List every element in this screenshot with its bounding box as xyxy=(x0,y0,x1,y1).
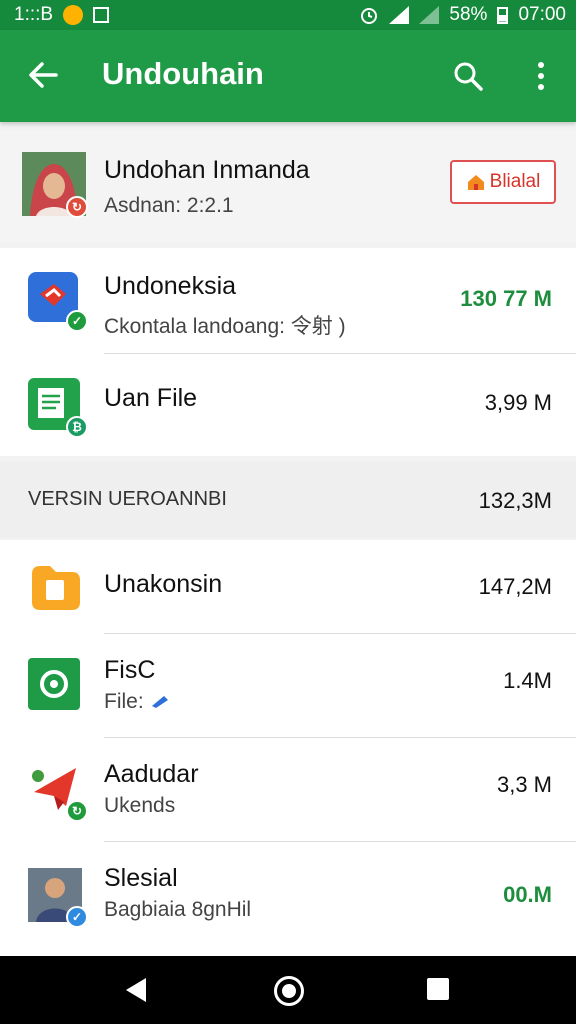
orange-folder-app-icon xyxy=(32,566,80,610)
badge-icon: ✓ xyxy=(66,906,88,928)
item-name: Aadudar xyxy=(104,760,199,788)
status-bar: 1:::B 58% 07:00 xyxy=(0,0,576,30)
app-bar: Undouhain xyxy=(0,30,576,122)
wifi-signal-icon xyxy=(419,6,440,24)
list-item[interactable]: ✓ Undoneksia Ckontala landoang: 令射 ) 130… xyxy=(0,248,576,354)
app-icon: ↻ xyxy=(28,762,88,822)
list-item[interactable]: Unakonsin 147,2M xyxy=(0,540,576,634)
item-name: Undoneksia xyxy=(104,272,237,300)
status-time-left: 1:::B xyxy=(14,4,54,25)
list-item[interactable]: ✓ Slesial Bagbiaia 8gnHil 00.M xyxy=(0,842,576,956)
back-arrow-icon[interactable] xyxy=(26,58,60,92)
profile-avatar: ↻ xyxy=(22,152,88,218)
item-size: 130 77 M xyxy=(460,286,552,311)
home-icon xyxy=(467,175,484,190)
navigation-bar xyxy=(0,956,576,1024)
green-gear-app-icon xyxy=(28,658,80,710)
list-item[interactable]: FisC File: 1.4M xyxy=(0,634,576,738)
search-icon[interactable] xyxy=(452,60,484,92)
status-clock: 07:00 xyxy=(518,4,566,25)
header-action-label: Blialal xyxy=(489,171,541,192)
item-size: 3,99 M xyxy=(484,390,552,415)
battery-icon xyxy=(497,6,509,24)
check-badge-icon: ✓ xyxy=(66,310,88,332)
more-options-icon[interactable] xyxy=(530,60,552,92)
pencil-icon xyxy=(151,696,168,708)
badge-icon: ₿ xyxy=(66,416,88,438)
header-subtitle: Asdnan: 2:2.1 xyxy=(104,194,234,217)
section-header: VERSIN UEROANNBI 132,3M xyxy=(0,462,576,538)
alarm-icon xyxy=(361,8,378,24)
nav-recents-icon[interactable] xyxy=(427,978,449,1000)
list-item[interactable]: ↻ Aadudar Ukends 3,3 M xyxy=(0,738,576,842)
nav-back-icon[interactable] xyxy=(126,978,146,1002)
item-name: Unakonsin xyxy=(104,570,223,598)
item-name: Uan File xyxy=(104,384,198,412)
badge-icon: ↻ xyxy=(66,800,88,822)
item-name: FisC xyxy=(104,656,156,684)
list-item[interactable]: ₿ Uan File 3,99 M xyxy=(0,354,576,456)
badge-icon: ↻ xyxy=(66,196,88,218)
item-subtitle: Ckontala landoang: 令射 ) xyxy=(104,315,346,338)
item-size: 1.4M xyxy=(503,668,552,693)
notification-dot-icon xyxy=(63,5,84,25)
section-total: 132,3M xyxy=(478,488,552,513)
item-size: 147,2M xyxy=(478,574,552,599)
header-name: Undohan Inmanda xyxy=(104,156,310,184)
item-subtitle: Ukends xyxy=(104,794,176,817)
header-action-button[interactable]: Blialal xyxy=(450,160,556,204)
page-title: Undouhain xyxy=(102,56,264,91)
app-icon: ✓ xyxy=(28,272,88,332)
app-icon: ₿ xyxy=(28,378,88,438)
item-size: 00.M xyxy=(503,882,552,907)
item-size: 3,3 M xyxy=(496,772,552,797)
battery-percent: 58% xyxy=(449,4,488,25)
cell-signal-icon xyxy=(389,6,410,24)
nav-home-icon[interactable] xyxy=(274,976,304,1006)
app-icon: ✓ xyxy=(28,868,88,928)
image-notification-icon xyxy=(93,7,110,23)
app-icon xyxy=(28,560,82,614)
item-name: Slesial xyxy=(104,864,178,892)
section-label: VERSIN UEROANNBI xyxy=(28,488,227,510)
item-subtitle: Bagbiaia 8gnHil xyxy=(104,898,252,921)
app-icon xyxy=(28,658,82,712)
item-subtitle: File: xyxy=(104,690,170,714)
